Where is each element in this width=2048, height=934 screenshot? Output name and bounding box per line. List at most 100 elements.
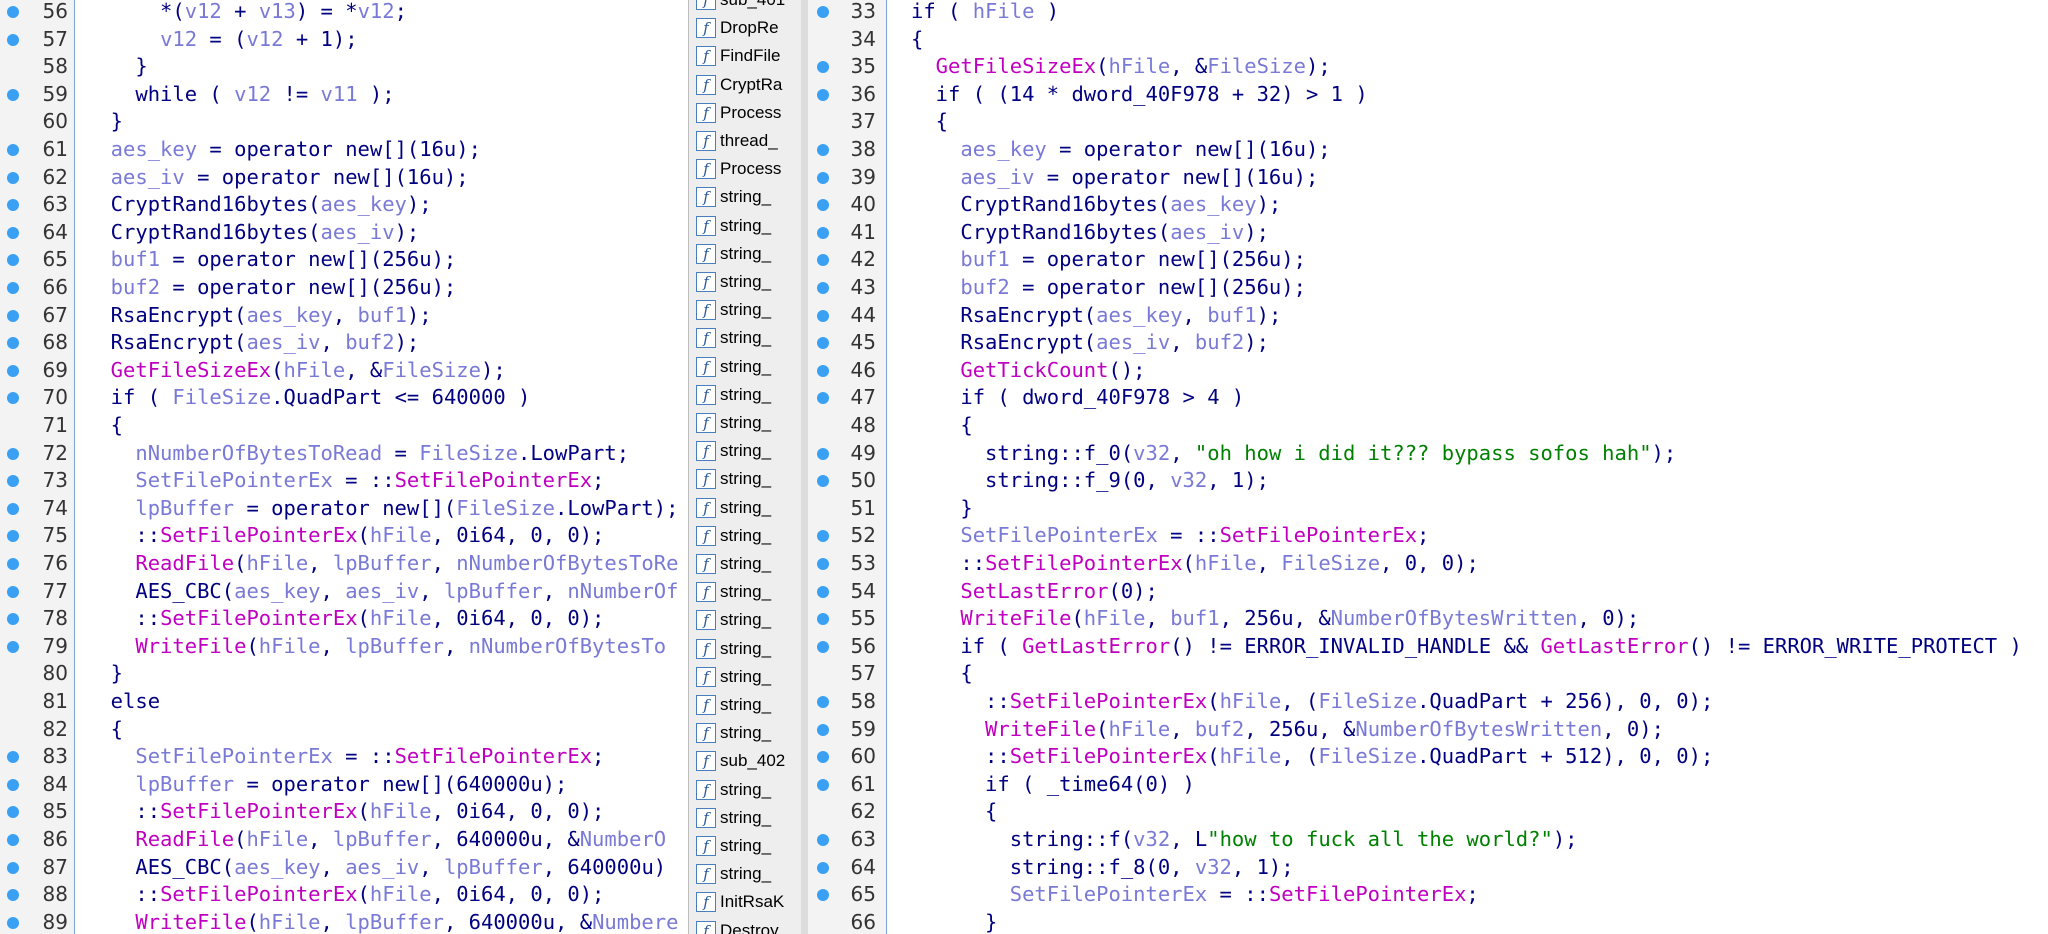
function-list-item[interactable]: f string_	[693, 296, 809, 324]
code-line[interactable]: 59 WriteFile(hFile, buf2, 256u, &NumberO…	[808, 716, 2048, 744]
function-list-item[interactable]: f string_	[693, 663, 809, 691]
code-line[interactable]: 88 ::SetFilePointerEx(hFile, 0i64, 0, 0)…	[0, 881, 688, 909]
code-text[interactable]: ::SetFilePointerEx(hFile, (FileSize.Quad…	[911, 688, 1713, 716]
function-list-item[interactable]: f string_	[693, 691, 809, 719]
code-line[interactable]: 82 {	[0, 716, 688, 744]
function-list-item[interactable]: f string_	[693, 240, 809, 268]
function-list-item[interactable]: f Destroy	[693, 917, 809, 934]
code-text[interactable]: aes_iv = operator new[](16u);	[86, 164, 469, 192]
breakpoint-dot-icon[interactable]	[7, 530, 19, 543]
code-text[interactable]: buf2 = operator new[](256u);	[86, 274, 457, 302]
code-line[interactable]: 60 ::SetFilePointerEx(hFile, (FileSize.Q…	[808, 743, 2048, 771]
code-line[interactable]: 34 {	[808, 26, 2048, 54]
code-text[interactable]: {	[86, 412, 123, 440]
code-text[interactable]: ReadFile(hFile, lpBuffer, 640000u, &Numb…	[86, 826, 666, 854]
code-text[interactable]: {	[911, 108, 948, 136]
breakpoint-dot-icon[interactable]	[7, 282, 19, 294]
code-text[interactable]: GetFileSizeEx(hFile, &FileSize);	[911, 53, 1331, 81]
code-text[interactable]: RsaEncrypt(aes_iv, buf2);	[911, 329, 1269, 357]
code-text[interactable]: nNumberOfBytesToRead = FileSize.LowPart;	[86, 440, 629, 468]
function-list-item[interactable]: f string_	[693, 381, 809, 409]
code-text[interactable]: CryptRand16bytes(aes_iv);	[86, 219, 420, 247]
code-line[interactable]: 87 AES_CBC(aes_key, aes_iv, lpBuffer, 64…	[0, 854, 688, 882]
code-line[interactable]: 81 else	[0, 688, 688, 716]
code-text[interactable]: ::SetFilePointerEx(hFile, 0i64, 0, 0);	[86, 522, 604, 550]
code-text[interactable]: RsaEncrypt(aes_iv, buf2);	[86, 329, 420, 357]
code-line[interactable]: 38 aes_key = operator new[](16u);	[808, 136, 2048, 164]
code-text[interactable]: v12 = (v12 + 1);	[86, 26, 358, 54]
code-line[interactable]: 70 if ( FileSize.QuadPart <= 640000 )	[0, 384, 688, 412]
code-line[interactable]: 40 CryptRand16bytes(aes_key);	[808, 191, 2048, 219]
code-line[interactable]: 41 CryptRand16bytes(aes_iv);	[808, 219, 2048, 247]
code-text[interactable]: ::SetFilePointerEx(hFile, 0i64, 0, 0);	[86, 605, 604, 633]
code-line[interactable]: 62 {	[808, 798, 2048, 826]
code-line[interactable]: 66 buf2 = operator new[](256u);	[0, 274, 688, 302]
code-text[interactable]: {	[911, 412, 972, 440]
code-line[interactable]: 63 string::f(v32, L"how to fuck all the …	[808, 826, 2048, 854]
breakpoint-dot-icon[interactable]	[7, 254, 19, 267]
code-text[interactable]: SetFilePointerEx = ::SetFilePointerEx;	[911, 881, 1479, 909]
breakpoint-dot-icon[interactable]	[7, 226, 19, 239]
code-line[interactable]: 74 lpBuffer = operator new[](FileSize.Lo…	[0, 495, 688, 523]
code-line[interactable]: 83 SetFilePointerEx = ::SetFilePointerEx…	[0, 743, 688, 771]
code-text[interactable]: SetFilePointerEx = ::SetFilePointerEx;	[86, 467, 604, 495]
function-list-item[interactable]: f InitRsaK	[693, 888, 809, 916]
breakpoint-dot-icon[interactable]	[7, 309, 19, 322]
function-list-item[interactable]: f string_	[693, 324, 809, 352]
code-text[interactable]: SetFilePointerEx = ::SetFilePointerEx;	[86, 743, 604, 771]
code-line[interactable]: 58 ::SetFilePointerEx(hFile, (FileSize.Q…	[808, 688, 2048, 716]
code-line[interactable]: 57 v12 = (v12 + 1);	[0, 26, 688, 54]
code-line[interactable]: 77 AES_CBC(aes_key, aes_iv, lpBuffer, nN…	[0, 578, 688, 606]
function-list-item[interactable]: f string_	[693, 465, 809, 493]
breakpoint-dot-icon[interactable]	[7, 199, 19, 212]
function-list-item[interactable]: f FindFile	[693, 42, 809, 70]
function-list-item[interactable]: f sub_401	[693, 0, 809, 14]
code-line[interactable]: 65 buf1 = operator new[](256u);	[0, 246, 688, 274]
code-text[interactable]: buf2 = operator new[](256u);	[911, 274, 1306, 302]
breakpoint-dot-icon[interactable]	[7, 33, 19, 46]
function-list-item[interactable]: f string_	[693, 522, 809, 550]
function-list-item[interactable]: f string_	[693, 494, 809, 522]
code-text[interactable]: string::f(v32, L"how to fuck all the wor…	[911, 826, 1578, 854]
function-list-item[interactable]: f DropRe	[693, 14, 809, 42]
code-line[interactable]: 75 ::SetFilePointerEx(hFile, 0i64, 0, 0)…	[0, 522, 688, 550]
code-text[interactable]: RsaEncrypt(aes_key, buf1);	[86, 302, 432, 330]
code-text[interactable]: AES_CBC(aes_key, aes_iv, lpBuffer, nNumb…	[86, 578, 678, 606]
code-line[interactable]: 65 SetFilePointerEx = ::SetFilePointerEx…	[808, 881, 2048, 909]
code-line[interactable]: 36 if ( (14 * dword_40F978 + 32) > 1 )	[808, 81, 2048, 109]
code-text[interactable]: ::SetFilePointerEx(hFile, (FileSize.Quad…	[911, 743, 1713, 771]
code-line[interactable]: 50 string::f_9(0, v32, 1);	[808, 467, 2048, 495]
code-line[interactable]: 69 GetFileSizeEx(hFile, &FileSize);	[0, 357, 688, 385]
code-text[interactable]: while ( v12 != v11 );	[86, 81, 394, 109]
function-list-item[interactable]: f string_	[693, 409, 809, 437]
function-list-item[interactable]: f string_	[693, 776, 809, 804]
code-text[interactable]: lpBuffer = operator new[](640000u);	[86, 771, 567, 799]
code-line[interactable]: 35 GetFileSizeEx(hFile, &FileSize);	[808, 53, 2048, 81]
function-list-item[interactable]: f string_	[693, 437, 809, 465]
code-line[interactable]: 80 }	[0, 660, 688, 688]
code-text[interactable]: AES_CBC(aes_key, aes_iv, lpBuffer, 64000…	[86, 854, 666, 882]
function-list-item[interactable]: f sub_402	[693, 747, 809, 775]
breakpoint-dot-icon[interactable]	[7, 861, 19, 874]
code-line[interactable]: 42 buf1 = operator new[](256u);	[808, 246, 2048, 274]
code-text[interactable]: }	[86, 108, 123, 136]
code-text[interactable]: if ( (14 * dword_40F978 + 32) > 1 )	[911, 81, 1368, 109]
function-list-item[interactable]: f string_	[693, 804, 809, 832]
code-line[interactable]: 49 string::f_0(v32, "oh how i did it??? …	[808, 440, 2048, 468]
code-text[interactable]: CryptRand16bytes(aes_key);	[911, 191, 1281, 219]
code-line[interactable]: 78 ::SetFilePointerEx(hFile, 0i64, 0, 0)…	[0, 605, 688, 633]
breakpoint-dot-icon[interactable]	[7, 640, 19, 653]
code-text[interactable]: CryptRand16bytes(aes_key);	[86, 191, 432, 219]
breakpoint-dot-icon[interactable]	[7, 834, 19, 846]
function-list-item[interactable]: f string_	[693, 719, 809, 747]
code-line[interactable]: 79 WriteFile(hFile, lpBuffer, nNumberOfB…	[0, 633, 688, 661]
code-text[interactable]: *(v12 + v13) = *v12;	[86, 0, 407, 26]
breakpoint-dot-icon[interactable]	[7, 916, 19, 929]
code-line[interactable]: 85 ::SetFilePointerEx(hFile, 0i64, 0, 0)…	[0, 798, 688, 826]
function-list-item[interactable]: f string_	[693, 606, 809, 634]
code-text[interactable]: GetFileSizeEx(hFile, &FileSize);	[86, 357, 506, 385]
breakpoint-dot-icon[interactable]	[7, 88, 19, 101]
code-line[interactable]: 45 RsaEncrypt(aes_iv, buf2);	[808, 329, 2048, 357]
code-line[interactable]: 64 string::f_8(0, v32, 1);	[808, 854, 2048, 882]
breakpoint-dot-icon[interactable]	[7, 778, 19, 791]
